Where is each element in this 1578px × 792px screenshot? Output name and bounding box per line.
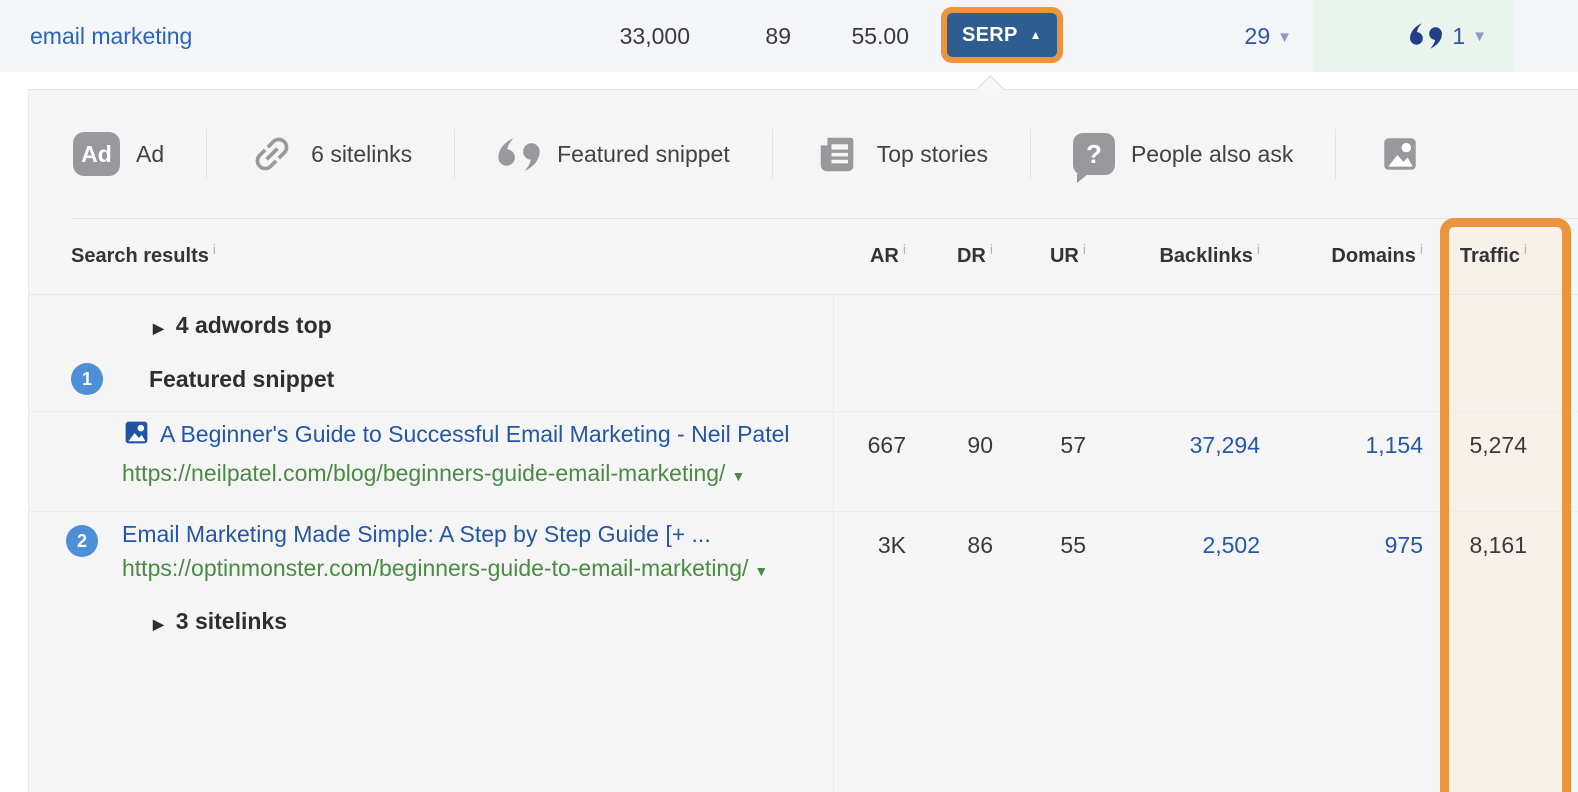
result-url[interactable]: https://optinmonster.com/beginners-guide…	[122, 551, 794, 588]
ur-value: 55	[993, 512, 1086, 653]
feature-label: 6 sitelinks	[311, 141, 412, 168]
adwords-group-toggle[interactable]: ▶ 4 adwords top	[153, 312, 819, 339]
search-volume: 33,000	[620, 0, 690, 72]
adwords-group-label: 4 adwords top	[176, 312, 332, 338]
column-header-backlinks: Backlinksi	[1086, 245, 1260, 268]
table-header-row: Search resultsi ARi DRi URi Backlinksi D…	[29, 218, 1578, 294]
news-icon	[815, 131, 861, 177]
caret-right-icon: ▶	[153, 320, 164, 336]
backlinks-link[interactable]: 2,502	[1202, 532, 1260, 558]
sitelinks-group-toggle[interactable]: ▶ 3 sitelinks	[153, 608, 819, 635]
table-row: A Beginner's Guide to Successful Email M…	[29, 411, 1578, 511]
keyword-difficulty: 89	[765, 0, 791, 72]
feature-people-also-ask: ? People also ask	[1031, 133, 1335, 175]
table-row: 2 Email Marketing Made Simple: A Step by…	[29, 511, 1578, 653]
ad-badge-icon: Ad	[73, 132, 120, 176]
ar-value: 3K	[819, 512, 906, 653]
info-icon: i	[1257, 241, 1260, 257]
position-badge: 2	[66, 525, 98, 557]
ur-value: 57	[993, 412, 1086, 511]
serp-overview-screen: email marketing 33,000 89 55.00 SERP ▲ 2…	[0, 0, 1578, 792]
question-bubble-icon: ?	[1073, 133, 1115, 175]
column-header-domains: Domainsi	[1260, 245, 1423, 268]
sitelinks-group-label: 3 sitelinks	[176, 608, 287, 634]
serp-features-bar: Ad Ad 6 sitelinks	[29, 90, 1578, 218]
feature-image-pack	[1336, 133, 1464, 175]
caret-right-icon: ▶	[153, 616, 164, 632]
serp-button-highlight: SERP ▲	[941, 7, 1063, 63]
positions-count: 29	[1245, 23, 1271, 49]
ar-value: 667	[819, 412, 906, 511]
caret-down-icon: ▼	[1472, 28, 1487, 45]
feature-sitelinks: 6 sitelinks	[207, 131, 454, 177]
traffic-value: 5,274	[1423, 412, 1527, 511]
serp-panel: Ad Ad 6 sitelinks	[28, 89, 1578, 792]
feature-top-stories: Top stories	[773, 131, 1030, 177]
info-icon: i	[990, 241, 993, 257]
caret-up-icon: ▲	[1030, 28, 1042, 42]
feature-label: Ad	[136, 141, 164, 168]
feature-label: Top stories	[877, 141, 988, 168]
domains-link[interactable]: 975	[1385, 532, 1423, 558]
column-header-ur: URi	[993, 245, 1086, 268]
dr-value: 90	[906, 412, 993, 511]
keyword-link[interactable]: email marketing	[30, 0, 192, 72]
feature-label: People also ask	[1131, 141, 1293, 168]
column-header-ar: ARi	[819, 245, 906, 268]
keyword-row: email marketing 33,000 89 55.00 SERP ▲ 2…	[0, 0, 1578, 72]
quote-count: 1	[1452, 23, 1465, 50]
traffic-value: 8,161	[1423, 512, 1527, 653]
quote-icon	[1409, 23, 1443, 49]
link-icon	[249, 131, 295, 177]
serp-button-label: SERP	[962, 24, 1018, 47]
serp-button[interactable]: SERP ▲	[947, 13, 1057, 57]
dr-value: 86	[906, 512, 993, 653]
feature-label: Featured snippet	[557, 141, 730, 168]
positions-dropdown[interactable]: 29 ▼	[1245, 0, 1292, 74]
info-icon: i	[1524, 241, 1527, 257]
feature-featured-snippet: Featured snippet	[455, 138, 772, 171]
featured-snippet-cell[interactable]: 1 ▼	[1313, 0, 1514, 72]
column-header-traffic: Traffici	[1423, 245, 1527, 268]
cpc-value: 55.00	[851, 0, 909, 72]
info-icon: i	[1083, 241, 1086, 257]
column-header-search-results: Search resultsi	[71, 245, 819, 268]
search-results-table: Search resultsi ARi DRi URi Backlinksi D…	[29, 218, 1578, 653]
featured-snippet-label: Featured snippet	[149, 366, 334, 393]
feature-ad: Ad Ad	[73, 132, 206, 176]
position-badge: 1	[71, 363, 103, 395]
caret-down-icon: ▼	[1277, 29, 1292, 46]
table-row: ▶ 4 adwords top 1 Featured snippet	[29, 294, 1578, 411]
caret-down-icon[interactable]: ▼	[731, 468, 745, 484]
backlinks-link[interactable]: 37,294	[1190, 432, 1260, 458]
info-icon: i	[1420, 241, 1423, 257]
quote-icon	[497, 138, 541, 171]
image-icon	[122, 418, 151, 456]
result-url[interactable]: https://neilpatel.com/blog/beginners-gui…	[122, 456, 794, 493]
result-title-link[interactable]: Email Marketing Made Simple: A Step by S…	[122, 517, 794, 551]
result-title-link[interactable]: A Beginner's Guide to Successful Email M…	[122, 417, 794, 456]
domains-link[interactable]: 1,154	[1365, 432, 1423, 458]
column-header-dr: DRi	[906, 245, 993, 268]
info-icon: i	[213, 241, 216, 257]
caret-down-icon[interactable]: ▼	[754, 563, 768, 579]
image-icon	[1378, 133, 1422, 175]
info-icon: i	[903, 241, 906, 257]
